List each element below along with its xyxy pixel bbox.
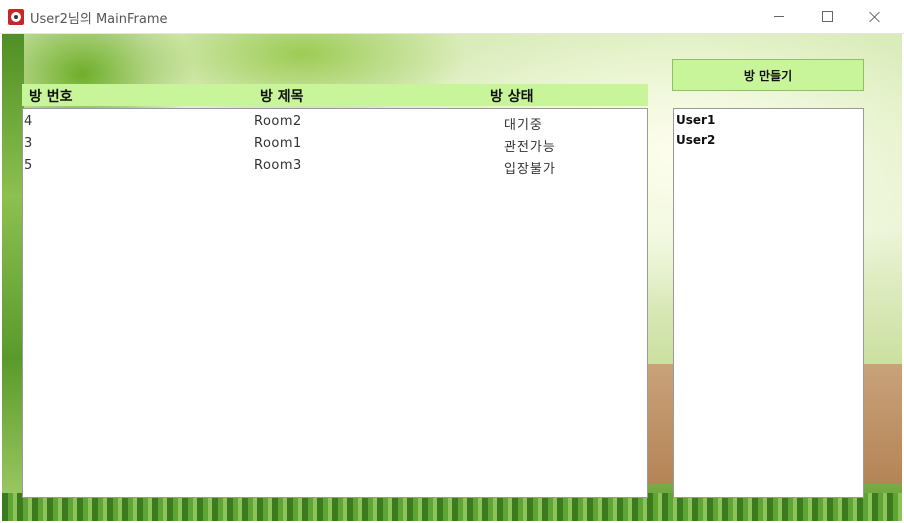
room-title-cell: Room3 — [254, 158, 302, 173]
room-title-cell: Room1 — [254, 136, 302, 151]
main-content: 방 번호 방 제목 방 상태 4 Room2 대기중 3 Room1 관전가능 … — [2, 34, 902, 521]
column-header-room-title[interactable]: 방 제목 — [260, 86, 304, 106]
room-title-cell: Room2 — [254, 114, 302, 129]
close-button[interactable] — [852, 0, 898, 33]
close-icon — [869, 11, 881, 23]
room-status-cell: 관전가능 — [504, 140, 556, 155]
user-list[interactable]: User1 User2 — [673, 108, 864, 498]
make-room-button[interactable]: 방 만들기 — [672, 59, 864, 91]
user-list-item[interactable]: User1 — [676, 113, 715, 127]
app-icon — [8, 9, 24, 25]
user-list-item[interactable]: User2 — [676, 133, 715, 147]
room-number-cell: 3 — [24, 136, 33, 151]
table-row[interactable]: 3 Room1 관전가능 — [23, 133, 647, 155]
table-row[interactable]: 5 Room3 입장불가 — [23, 155, 647, 177]
maximize-button[interactable] — [804, 0, 850, 33]
title-bar: User2님의 MainFrame — [0, 0, 904, 34]
table-row[interactable]: 4 Room2 대기중 — [23, 111, 647, 133]
maximize-icon — [821, 11, 833, 22]
room-number-cell: 5 — [24, 158, 33, 173]
room-list[interactable]: 4 Room2 대기중 3 Room1 관전가능 5 Room3 입장불가 — [22, 108, 648, 498]
room-number-cell: 4 — [24, 114, 33, 129]
column-header-room-number[interactable]: 방 번호 — [29, 86, 73, 106]
minimize-icon — [774, 16, 784, 17]
background-leaves — [2, 34, 24, 521]
minimize-button[interactable] — [756, 0, 802, 33]
window-title: User2님의 MainFrame — [30, 12, 168, 27]
room-status-cell: 입장불가 — [504, 162, 556, 177]
room-table-header: 방 번호 방 제목 방 상태 — [22, 84, 648, 106]
room-status-cell: 대기중 — [504, 118, 543, 133]
column-header-room-status[interactable]: 방 상태 — [490, 86, 534, 106]
